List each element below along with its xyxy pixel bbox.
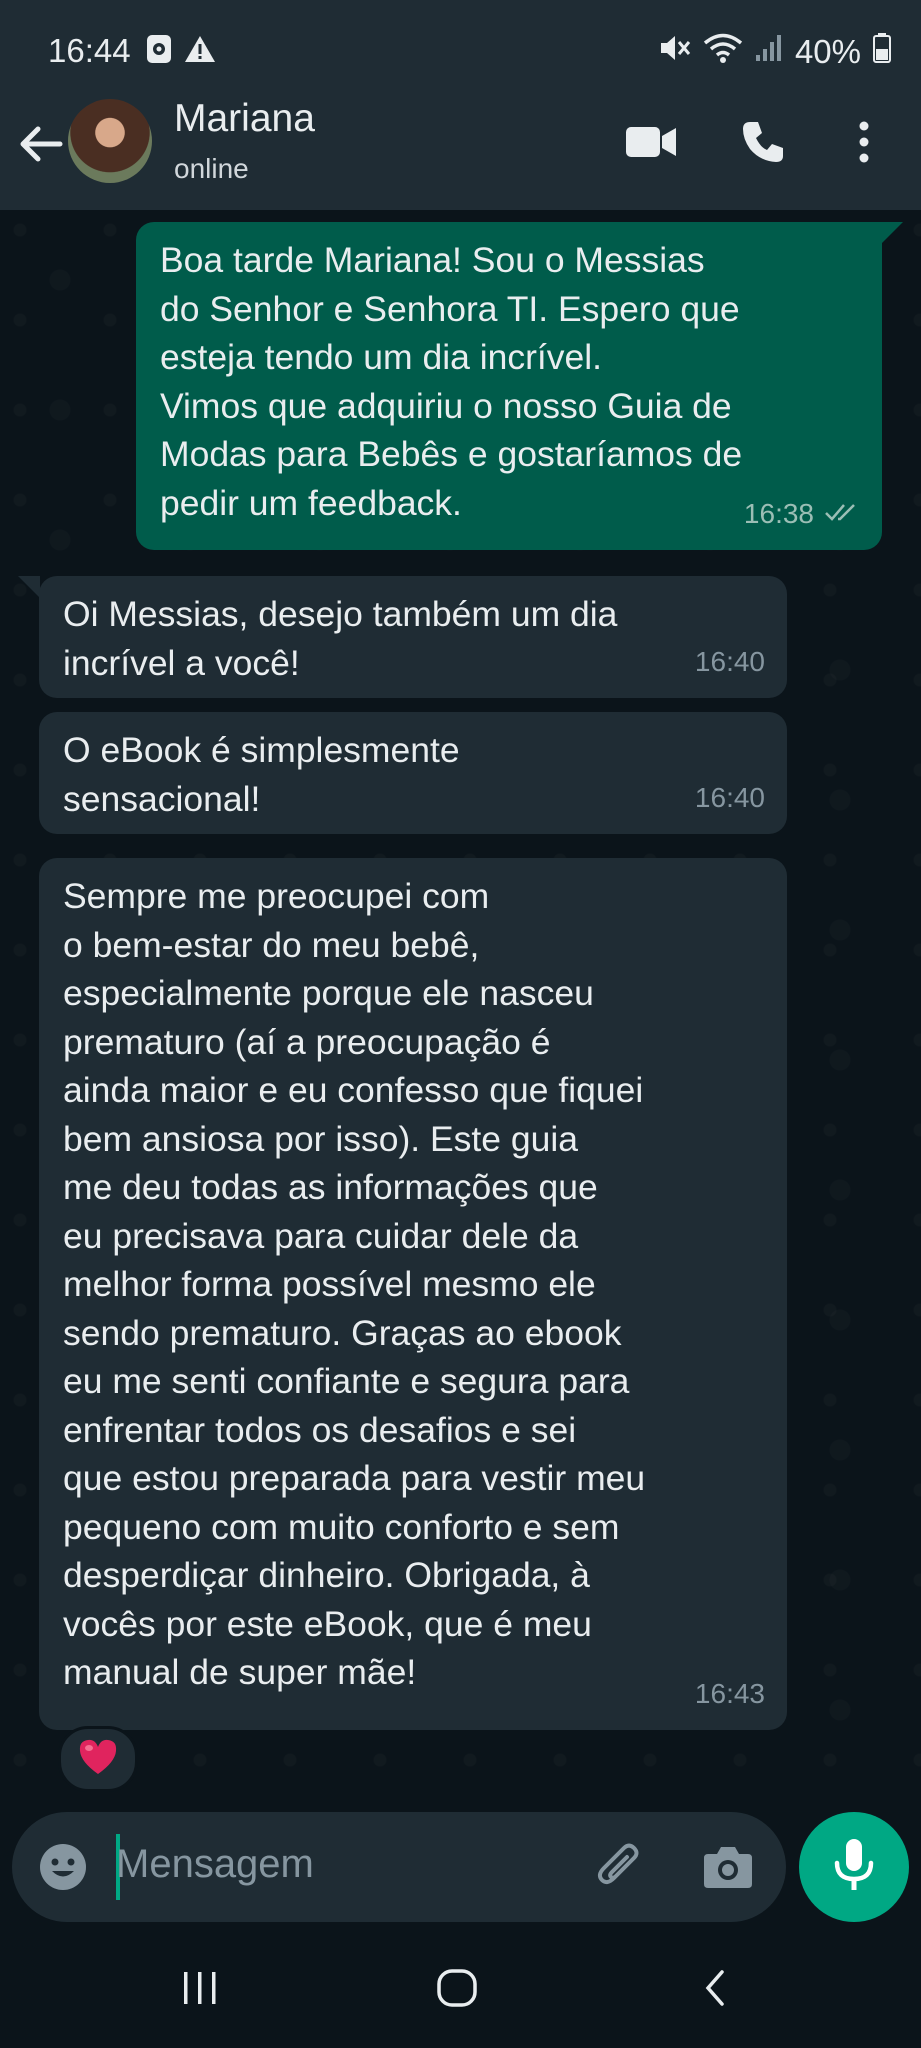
home-icon[interactable]	[436, 1968, 480, 2013]
message-line: sensacional!	[63, 778, 261, 819]
notification-icon	[146, 34, 172, 72]
message-line: eu precisava para cuidar dele da	[63, 1215, 579, 1256]
warning-icon	[184, 34, 216, 72]
message-line: pequeno com muito conforto e sem	[63, 1506, 620, 1547]
read-ticks-icon	[824, 490, 860, 539]
message-line: eu me senti confiante e segura para	[63, 1361, 630, 1401]
message-line: Boa tarde Mariana! Sou o Messias	[160, 240, 705, 280]
camera-icon[interactable]	[702, 1842, 754, 1895]
bubble-tail	[18, 576, 40, 598]
presence-status: online	[174, 153, 249, 184]
message-line: bem ansiosa por isso). Este guia	[63, 1118, 579, 1159]
back-icon[interactable]	[700, 1968, 730, 2013]
status-right: 40%	[657, 32, 891, 72]
heart-reaction[interactable]	[58, 1726, 138, 1792]
message-line: ainda maior e eu confesso que fiquei	[63, 1070, 644, 1110]
battery-percent: 40%	[794, 33, 861, 70]
avatar[interactable]	[68, 99, 152, 183]
chat-header: Mariana online	[0, 97, 921, 210]
status-bar: 16:44 40%	[0, 0, 921, 103]
contact-name[interactable]: Mariana	[174, 97, 315, 141]
back-arrow-icon[interactable]	[14, 117, 68, 171]
message-line: desperdiçar dinheiro. Obrigada, à	[63, 1555, 590, 1595]
message-line: melhor forma possível mesmo ele	[63, 1264, 596, 1304]
message-line: sendo prematuro. Graças ao ebook	[63, 1312, 622, 1353]
message-line: especialmente porque ele nasceu	[63, 973, 594, 1013]
message-line: Oi Messias, desejo também um dia	[63, 594, 618, 634]
emoji-icon[interactable]	[38, 1842, 88, 1897]
mute-icon	[657, 32, 691, 72]
message-line: Vimos que adquiriu o nosso Guia de	[160, 385, 732, 426]
message-time: 16:40	[694, 645, 765, 677]
message-line: o bem-estar do meu bebê,	[63, 924, 480, 965]
message-line: manual de super mãe!	[63, 1652, 417, 1692]
message-line: do Senhor e Senhora TI. Espero que	[160, 288, 740, 329]
signal-icon	[755, 33, 783, 71]
message-composer[interactable]: Mensagem	[12, 1812, 786, 1922]
message-time: 16:40	[694, 781, 765, 813]
message-line: me deu todas as informações que	[63, 1167, 598, 1207]
message-line: incrível a você!	[63, 642, 300, 683]
message-line: que estou preparada para vestir meu	[63, 1458, 646, 1498]
paperclip-icon[interactable]	[594, 1840, 648, 1899]
wifi-icon	[703, 32, 743, 72]
message-time: 16:43	[694, 1677, 765, 1709]
message-bubble-outgoing[interactable]: Boa tarde Mariana! Sou o Messias do Senh…	[136, 222, 882, 550]
microphone-icon	[832, 1837, 876, 1898]
message-line: prematuro (aí a preocupação é	[63, 1021, 551, 1062]
mic-button[interactable]	[799, 1812, 909, 1922]
message-line: Modas para Bebês e gostaríamos de	[160, 434, 743, 474]
message-input[interactable]: Mensagem	[116, 1842, 314, 1887]
more-vertical-icon[interactable]	[854, 119, 874, 170]
message-line: enfrentar todos os desafios e sei	[63, 1409, 577, 1450]
heart-icon	[77, 1738, 119, 1781]
message-meta: 16:43	[695, 1670, 765, 1719]
message-bubble-incoming[interactable]: Oi Messias, desejo também um dia incríve…	[39, 576, 787, 698]
bubble-tail	[881, 222, 903, 244]
message-line: vocês por este eBook, que é meu	[63, 1603, 592, 1644]
video-camera-icon[interactable]	[624, 119, 678, 170]
message-line: Sempre me preocupei com	[63, 876, 490, 916]
phone-icon[interactable]	[740, 119, 786, 170]
system-nav-bar	[0, 1928, 921, 2048]
battery-icon	[873, 33, 891, 71]
message-meta: 16:40	[695, 774, 765, 823]
message-meta: 16:38	[744, 490, 860, 539]
message-time: 16:38	[743, 497, 814, 529]
status-time: 16:44	[48, 32, 131, 69]
message-bubble-incoming[interactable]: O eBook é simplesmente sensacional! 16:4…	[39, 712, 787, 834]
message-meta: 16:40	[695, 638, 765, 687]
message-line: O eBook é simplesmente	[63, 730, 460, 770]
recents-icon[interactable]	[180, 1968, 220, 2013]
message-line: esteja tendo um dia incrível.	[160, 337, 603, 377]
message-bubble-incoming[interactable]: Sempre me preocupei com o bem-estar do m…	[39, 858, 787, 1730]
